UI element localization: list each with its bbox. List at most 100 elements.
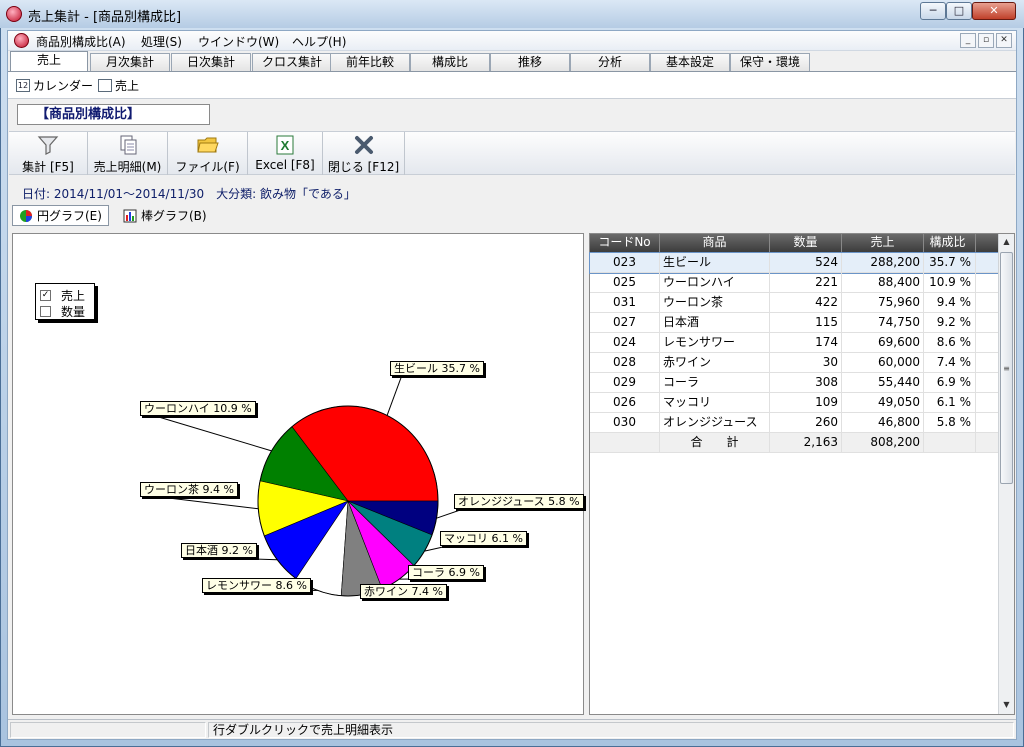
tab-composition[interactable]: 構成比 xyxy=(410,53,490,71)
pie-data-label: 赤ワイン 7.4 % xyxy=(360,584,447,599)
excel-label: Excel [F8] xyxy=(255,158,315,172)
minimize-button[interactable]: ─ xyxy=(920,2,946,20)
header-code[interactable]: コードNo xyxy=(590,234,660,252)
folder-icon xyxy=(196,137,219,153)
tab-settings[interactable]: 基本設定 xyxy=(650,53,730,71)
tab-pie-chart[interactable]: 円グラフ(E) xyxy=(12,205,109,226)
sales-detail-button[interactable]: 売上明細(M) xyxy=(88,132,168,175)
table-row[interactable]: 023 生ビール 524 288,200 35.7 % xyxy=(589,252,999,274)
sales-link[interactable]: 売上 xyxy=(98,77,139,94)
tab-maintenance[interactable]: 保守・環境 xyxy=(730,53,810,71)
qty-cell: 174 xyxy=(770,333,842,353)
table-row[interactable]: 031 ウーロン茶 422 75,960 9.4 % xyxy=(590,293,998,313)
scroll-up-button[interactable]: ▲ xyxy=(999,234,1014,250)
tab-trend[interactable]: 推移 xyxy=(490,53,570,71)
document-icon[interactable] xyxy=(14,33,29,48)
total-row: 合 計 2,163 808,200 xyxy=(590,433,998,453)
sales-cell: 46,800 xyxy=(842,413,924,433)
status-pane-empty xyxy=(10,722,206,738)
bar-chart-icon xyxy=(123,209,137,222)
pie-leader-line xyxy=(151,414,272,452)
pie-data-label: ウーロン茶 9.4 % xyxy=(140,482,238,497)
table-row[interactable]: 026 マッコリ 109 49,050 6.1 % xyxy=(590,393,998,413)
excel-button[interactable]: X Excel [F8] xyxy=(248,132,323,175)
total-qty: 2,163 xyxy=(770,433,842,453)
menu-bar: 商品別構成比(A) 処理(S) ウインドウ(W) ヘルプ(H) _ ▫ ✕ xyxy=(8,31,1016,51)
ratio-cell: 5.8 % xyxy=(924,413,976,433)
aggregate-label: 集計 [F5] xyxy=(22,160,74,174)
close-window-button[interactable]: ✕ xyxy=(972,2,1016,20)
qty-cell: 109 xyxy=(770,393,842,413)
sales-detail-label: 売上明細(M) xyxy=(93,160,162,174)
product-cell: レモンサワー xyxy=(660,333,770,353)
table-row[interactable]: 028 赤ワイン 30 60,000 7.4 % xyxy=(590,353,998,373)
table-header: コードNo 商品 数量 売上 構成比 xyxy=(590,234,998,252)
tab-analysis[interactable]: 分析 xyxy=(570,53,650,71)
mdi-minimize-button[interactable]: _ xyxy=(960,33,976,48)
title-bar[interactable]: 売上集計 - [商品別構成比] ─ □ ✕ xyxy=(0,0,1024,28)
product-cell: マッコリ xyxy=(660,393,770,413)
graph-tabs: 円グラフ(E) 棒グラフ(B) xyxy=(12,203,1016,227)
table-row[interactable]: 030 オレンジジュース 260 46,800 5.8 % xyxy=(590,413,998,433)
file-button[interactable]: ファイル(F) xyxy=(168,132,248,175)
pie-data-label: 生ビール 35.7 % xyxy=(390,361,484,376)
table-row[interactable]: 029 コーラ 308 55,440 6.9 % xyxy=(590,373,998,393)
mdi-restore-button[interactable]: ▫ xyxy=(978,33,994,48)
table-row[interactable]: 025 ウーロンハイ 221 88,400 10.9 % xyxy=(590,273,998,293)
scroll-thumb[interactable]: ≡ xyxy=(1000,252,1013,484)
ratio-cell: 7.4 % xyxy=(924,353,976,373)
qty-cell: 422 xyxy=(770,293,842,313)
qty-cell: 221 xyxy=(770,273,842,293)
table-row[interactable]: 024 レモンサワー 174 69,600 8.6 % xyxy=(590,333,998,353)
tab-monthly[interactable]: 月次集計 xyxy=(90,53,170,71)
mdi-client: 商品別構成比(A) 処理(S) ウインドウ(W) ヘルプ(H) _ ▫ ✕ 売上… xyxy=(7,30,1017,740)
code-cell: 023 xyxy=(590,253,660,273)
status-message: 行ダブルクリックで売上明細表示 xyxy=(208,722,1014,738)
table-row[interactable]: 027 日本酒 115 74,750 9.2 % xyxy=(590,313,998,333)
menu-item-help[interactable]: ヘルプ(H) xyxy=(292,33,346,50)
product-cell: ウーロン茶 xyxy=(660,293,770,313)
pie-chart xyxy=(151,374,467,599)
code-cell: 024 xyxy=(590,333,660,353)
calendar-label: カレンダー xyxy=(33,79,94,93)
app-icon[interactable] xyxy=(6,6,22,22)
scroll-down-button[interactable]: ▼ xyxy=(999,697,1014,713)
header-sales[interactable]: 売上 xyxy=(842,234,924,252)
ratio-cell: 9.4 % xyxy=(924,293,976,313)
ratio-cell: 35.7 % xyxy=(924,253,976,273)
sales-cell: 288,200 xyxy=(842,253,924,273)
header-product[interactable]: 商品 xyxy=(660,234,770,252)
sales-cell: 49,050 xyxy=(842,393,924,413)
maximize-button[interactable]: □ xyxy=(946,2,972,20)
pie-data-label: ウーロンハイ 10.9 % xyxy=(140,401,256,416)
close-button[interactable]: 閉じる [F12] xyxy=(323,132,405,175)
vertical-scrollbar[interactable]: ▲ ≡ ▼ xyxy=(998,234,1014,714)
calendar-link[interactable]: 12 カレンダー xyxy=(16,77,93,94)
product-cell: ウーロンハイ xyxy=(660,273,770,293)
menu-item-product-ratio[interactable]: 商品別構成比(A) xyxy=(36,33,126,50)
tab-sales[interactable]: 売上 xyxy=(10,51,88,72)
mdi-close-button[interactable]: ✕ xyxy=(996,33,1012,48)
pie-data-label: レモンサワー 8.6 % xyxy=(202,578,311,593)
tab-bar-chart[interactable]: 棒グラフ(B) xyxy=(116,205,214,226)
product-cell: 生ビール xyxy=(660,253,770,273)
header-ratio[interactable]: 構成比 xyxy=(924,234,976,252)
product-cell: コーラ xyxy=(660,373,770,393)
tab-daily[interactable]: 日次集計 xyxy=(171,53,251,71)
tab-yoy[interactable]: 前年比較 xyxy=(330,53,410,71)
total-ratio-cell xyxy=(924,433,976,453)
status-bar: 行ダブルクリックで売上明細表示 xyxy=(8,719,1016,739)
code-cell: 031 xyxy=(590,293,660,313)
code-cell: 028 xyxy=(590,353,660,373)
tab-cross[interactable]: クロス集計 xyxy=(252,53,332,71)
excel-icon: X xyxy=(276,135,294,155)
sales-cell: 88,400 xyxy=(842,273,924,293)
ratio-cell: 6.1 % xyxy=(924,393,976,413)
aggregate-button[interactable]: 集計 [F5] xyxy=(9,132,88,175)
menu-item-process[interactable]: 処理(S) xyxy=(141,33,182,50)
header-qty[interactable]: 数量 xyxy=(770,234,842,252)
filter-info: 日付: 2014/11/01～2014/11/30 大分類: 飲み物「である」 xyxy=(22,187,356,201)
bar-tab-label: 棒グラフ(B) xyxy=(141,209,207,223)
menu-item-window[interactable]: ウインドウ(W) xyxy=(198,33,279,50)
pie-leader-line xyxy=(151,495,259,510)
